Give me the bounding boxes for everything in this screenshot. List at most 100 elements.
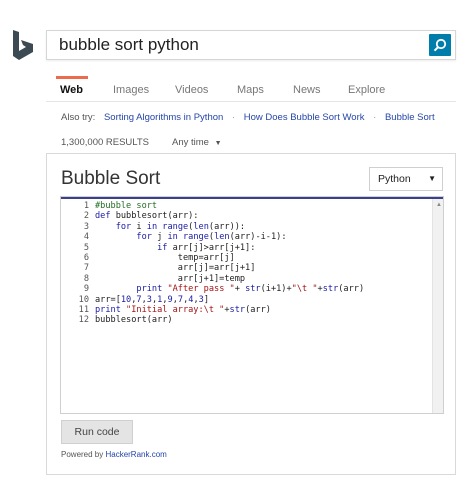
tab-explore[interactable]: Explore — [348, 84, 385, 96]
line-number: 9 — [83, 284, 89, 295]
code-answer-card: Bubble Sort Python ▼ 1 #bubble sort 2 def b… — [46, 153, 456, 475]
also-try-link[interactable]: Sorting Algorithms in Python — [104, 112, 223, 123]
code-token: arr[j]=arr[j+1] — [95, 263, 256, 274]
code-line: 7 arr[j]=arr[j+1] — [61, 263, 364, 273]
code-line: 6 temp=arr[j] — [61, 253, 364, 263]
code-line: 11 print "Initial array:\t "+str(arr) — [61, 305, 364, 315]
hackerrank-link[interactable]: HackerRank.com — [105, 450, 166, 459]
code-line: 2 def bubblesort(arr): — [61, 211, 364, 221]
code-line: 10 arr=[10,7,3,1,9,7,4,3] — [61, 295, 364, 305]
code-token: str — [322, 284, 339, 295]
code-editor[interactable]: 1 #bubble sort 2 def bubblesort(arr): 3 for … — [60, 196, 444, 414]
tabs-divider — [46, 101, 456, 102]
code-token: range — [183, 232, 209, 243]
code-token: ] — [203, 294, 210, 305]
scroll-up-icon: ▲ — [436, 202, 442, 208]
code-token: if — [157, 242, 173, 253]
code-token: temp=arr[j] — [95, 252, 235, 263]
also-try-link[interactable]: Bubble Sort — [385, 112, 435, 123]
code-token: len — [214, 232, 230, 243]
search-button[interactable] — [429, 34, 451, 56]
line-number: 12 — [78, 315, 89, 326]
editor-scrollbar[interactable]: ▲ — [432, 199, 443, 413]
line-number: 2 — [83, 211, 89, 222]
caret-down-icon: ▼ — [214, 140, 222, 147]
tab-images[interactable]: Images — [113, 84, 149, 96]
also-try-bar: Also try: Sorting Algorithms in Python ·… — [61, 112, 435, 123]
code-token: range — [162, 221, 189, 232]
bing-logo[interactable] — [11, 29, 37, 61]
code-token: 10 — [120, 294, 132, 305]
code-token: print — [95, 304, 127, 315]
code-token: in — [146, 221, 163, 232]
code-token: for — [115, 221, 137, 232]
results-count: 1,300,000 RESULTS — [61, 137, 150, 148]
code-token: def — [95, 211, 116, 222]
search-icon — [433, 38, 447, 52]
line-number: 8 — [83, 273, 89, 284]
code-token: for — [136, 232, 158, 243]
time-filter-label: Any time — [172, 137, 209, 148]
code-line: 12 bubblesort(arr) — [61, 315, 364, 325]
code-token: len — [193, 221, 209, 232]
caret-down-icon: ▼ — [428, 174, 436, 183]
code-token: + — [234, 284, 246, 295]
code-token: "Initial array:\t " — [126, 304, 225, 315]
separator: · — [231, 112, 236, 123]
tab-videos[interactable]: Videos — [175, 84, 208, 96]
line-number: 4 — [83, 232, 89, 243]
code-token: (arr)): — [208, 221, 246, 232]
code-token: j — [157, 232, 168, 243]
code-token: in — [167, 232, 183, 243]
code-line: 8 arr[j+1]=temp — [61, 274, 364, 284]
line-number: 6 — [83, 252, 89, 263]
code-token: (arr) — [338, 284, 365, 295]
code-token: arr[j]>arr[j+1]: — [172, 242, 256, 253]
line-number: 3 — [83, 221, 89, 232]
code-token: i — [136, 221, 147, 232]
line-number: 7 — [83, 263, 89, 274]
code-token: str — [229, 304, 246, 315]
code-line: 9 print "After pass "+ str(i+1)+"\t "+st… — [61, 284, 364, 294]
tab-maps[interactable]: Maps — [237, 84, 264, 96]
code-token: arr[j+1]=temp — [95, 273, 246, 284]
code-token: "\t " — [291, 284, 318, 295]
code-line: 1 #bubble sort — [61, 201, 364, 211]
card-title: Bubble Sort — [61, 168, 161, 189]
tab-web[interactable]: Web — [60, 84, 83, 96]
code-token: print — [136, 284, 168, 295]
powered-by: Powered by HackerRank.com — [61, 450, 167, 459]
code-line: 4 for j in range(len(arr)-i-1): — [61, 232, 364, 242]
search-box — [46, 30, 456, 60]
line-number: 11 — [78, 304, 89, 315]
language-label: Python — [378, 173, 411, 185]
code-line: 3 for i in range(len(arr)): — [61, 222, 364, 232]
line-number: 10 — [78, 294, 89, 305]
tab-news[interactable]: News — [293, 84, 321, 96]
code-content: 1 #bubble sort 2 def bubblesort(arr): 3 for … — [61, 201, 364, 326]
code-token: (i+1)+ — [260, 284, 292, 295]
editor-top-border — [61, 197, 443, 199]
code-token: (arr)-i-1): — [229, 232, 287, 243]
code-token: "After pass " — [167, 284, 235, 295]
run-code-button[interactable]: Run code — [61, 420, 133, 444]
also-try-link[interactable]: How Does Bubble Sort Work — [244, 112, 365, 123]
code-token: str — [245, 284, 261, 295]
code-token: bubblesort(arr): — [115, 211, 199, 222]
separator: · — [373, 112, 377, 123]
language-select[interactable]: Python ▼ — [369, 167, 443, 191]
line-number: 5 — [83, 242, 89, 253]
powered-by-label: Powered by — [61, 450, 106, 459]
code-token: arr=[ — [95, 294, 121, 305]
time-filter-dropdown[interactable]: Any time ▼ — [172, 137, 222, 148]
search-input[interactable] — [47, 31, 431, 59]
code-token: #bubble sort — [95, 201, 158, 211]
line-number: 1 — [83, 201, 89, 211]
code-token: bubblesort(arr) — [95, 315, 173, 326]
also-try-label: Also try: — [61, 112, 96, 123]
active-tab-indicator — [56, 76, 88, 79]
